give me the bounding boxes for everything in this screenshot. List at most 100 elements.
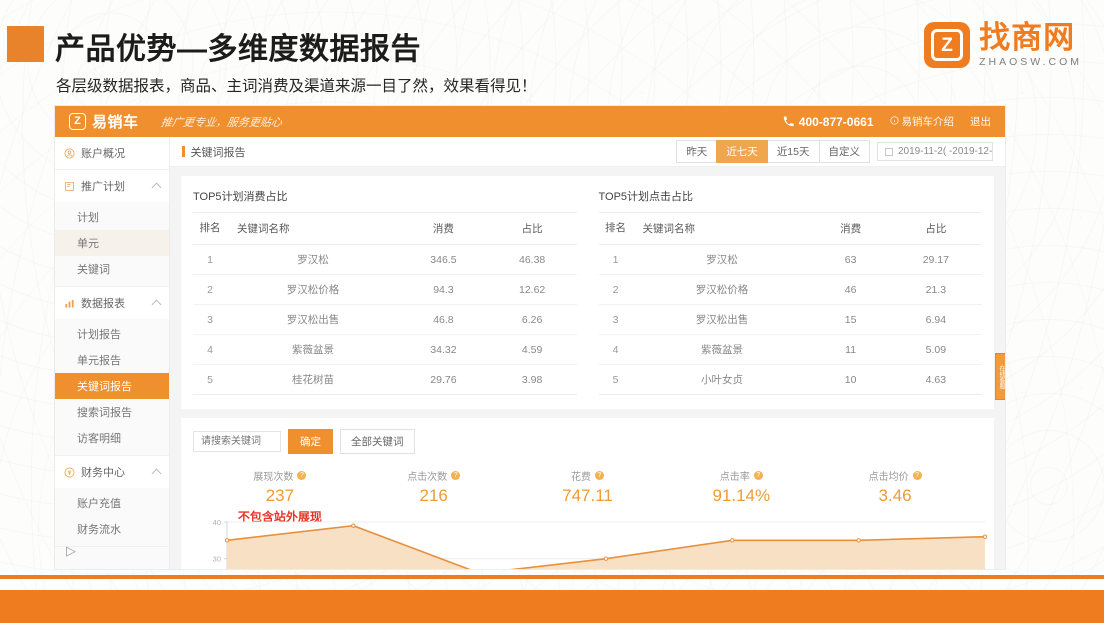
chevron-up-icon[interactable] [152,182,162,192]
chevron-up-icon[interactable] [152,468,162,478]
date-range-input[interactable]: 2019-11-2( -2019-12-0( [877,142,993,161]
top5-click-body: 1 罗汉松 63 29.17 2 罗汉松价格 46 21.3 [599,245,983,395]
cell-share: 4.63 [890,365,982,395]
column-cost: 消费 [399,213,488,245]
cell-keyword: 罗汉松价格 [633,275,812,305]
sidebar-item-plan-report[interactable]: 计划报告 [55,321,169,347]
sidebar-item-unit[interactable]: 单元 [55,230,169,256]
sidebar-item-transactions[interactable]: 财务流水 [55,516,169,542]
sidebar-item-promotion-plan[interactable]: 推广计划 [55,170,169,202]
sidebar-item-finance-center[interactable]: 财务中心 [55,456,169,488]
table-header-row: 排名 关键词名称 消费 占比 [193,213,577,245]
title-accent-marker [7,26,44,62]
app-body: 账户概况 推广计划 计划 [55,137,1005,569]
app-header-right: 400-877-0661 易销车介绍 退出 [783,114,991,129]
help-icon[interactable]: ? [913,471,922,480]
sidebar-group-label: 账户概况 [81,145,125,161]
cell-cost: 63 [812,245,890,275]
top5-panel: TOP5计划消费占比 排名 关键词名称 消费 占比 [181,176,994,409]
cell-rank: 2 [599,275,633,305]
date-range-value: 2019-11-2( -2019-12-0( [898,146,993,157]
table-header-row: 排名 关键词名称 消费 占比 [599,213,983,245]
top5-cost-body: 1 罗汉松 346.5 46.38 2 罗汉松价格 94.3 12.62 [193,245,577,395]
date-segment-last7days[interactable]: 近七天 [716,140,768,163]
support-phone-number: 400-877-0661 [799,115,874,129]
svg-text:30: 30 [213,555,221,564]
search-input[interactable] [193,431,281,452]
online-service-tab[interactable]: 在线客服 [995,353,1005,400]
sidebar-item-search-term-report[interactable]: 搜索词报告 [55,399,169,425]
brand-name-en: ZHAOSW.COM [979,56,1082,68]
cell-cost: 10 [812,365,890,395]
kpi-label: 展现次数 [253,468,293,483]
table-row: 2 罗汉松价格 46 21.3 [599,275,983,305]
sidebar-group-label: 推广计划 [81,178,125,194]
sidebar-item-keyword-report[interactable]: 关键词报告 [55,373,169,399]
confirm-button[interactable]: 确定 [288,429,333,454]
intro-link[interactable]: 易销车介绍 [890,114,955,129]
brand-logo: Z 找商网 ZHAOSW.COM [924,22,1082,68]
kpi-avg-cpc: 点击均价 ? 3.46 [818,468,972,506]
kpi-label: 点击次数 [407,468,447,483]
table-row: 4 紫薇盆景 34.32 4.59 [193,335,577,365]
table-row: 3 罗汉松出售 46.8 6.26 [193,305,577,335]
cell-cost: 11 [812,335,890,365]
app-logo[interactable]: Z 易销车 [69,111,139,132]
chevron-up-icon[interactable] [152,299,162,309]
kpi-label-wrap: 点击次数 ? [357,468,511,483]
all-keywords-button[interactable]: 全部关键词 [340,429,415,454]
column-share: 占比 [890,213,982,245]
date-segment-yesterday[interactable]: 昨天 [676,140,717,163]
support-phone: 400-877-0661 [783,115,874,129]
footer-thin-bar [0,575,1104,579]
top5-cost-table: 排名 关键词名称 消费 占比 1 罗汉松 346.5 [193,212,577,395]
help-icon[interactable]: ? [297,471,306,480]
sidebar-item-keyword[interactable]: 关键词 [55,256,169,282]
kpi-label: 点击率 [720,468,750,483]
sidebar-group-label: 数据报表 [81,295,125,311]
cell-keyword: 紫薇盆景 [227,335,399,365]
cell-share: 5.09 [890,335,982,365]
logout-link[interactable]: 退出 [970,114,991,129]
help-icon[interactable]: ? [451,471,460,480]
app-screenshot: Z 易销车 推广更专业，服务更贴心 400-877-0661 [55,106,1005,569]
sidebar-item-data-reports[interactable]: 数据报表 [55,287,169,319]
sidebar-item-recharge[interactable]: 账户充值 [55,490,169,516]
sidebar-sublist-promotion: 计划 单元 关键词 [55,202,169,286]
cell-share: 46.38 [488,245,577,275]
breadcrumb-marker [182,146,185,157]
cell-rank: 2 [193,275,227,305]
svg-text:40: 40 [213,518,221,527]
column-keyword: 关键词名称 [227,213,399,245]
sidebar-item-visitor-detail[interactable]: 访客明细 [55,425,169,451]
footer-bar [0,590,1104,623]
kpi-label-wrap: 花费 ? [511,468,665,483]
date-segment-last15days[interactable]: 近15天 [767,140,820,163]
cell-keyword: 罗汉松出售 [227,305,399,335]
help-icon[interactable]: ? [754,471,763,480]
column-rank: 排名 [599,213,633,245]
cell-share: 6.94 [890,305,982,335]
table-row: 1 罗汉松 346.5 46.38 [193,245,577,275]
search-row: 确定 全部关键词 [193,429,982,454]
kpi-value: 747.11 [511,486,665,506]
cell-cost: 94.3 [399,275,488,305]
kpi-label: 点击均价 [869,468,909,483]
cell-cost: 46 [812,275,890,305]
sidebar-item-plan[interactable]: 计划 [55,204,169,230]
brand-name-cn: 找商网 [979,22,1082,53]
breadcrumb-label: 关键词报告 [191,144,246,160]
sidebar-group-promotion: 推广计划 计划 单元 关键词 [55,170,169,287]
sidebar-item-account-overview[interactable]: 账户概况 [55,137,169,169]
cell-rank: 5 [193,365,227,395]
cell-keyword: 罗汉松 [633,245,812,275]
chart-bar-icon [64,298,75,309]
app-logo-icon: Z [69,113,86,130]
date-segment-custom[interactable]: 自定义 [819,140,871,163]
sidebar: 账户概况 推广计划 计划 [55,137,170,569]
cell-rank: 1 [193,245,227,275]
sidebar-item-unit-report[interactable]: 单元报告 [55,347,169,373]
help-icon[interactable]: ? [595,471,604,480]
kpi-impressions: 展现次数 ? 237 不包含站外展现 [203,468,357,506]
sidebar-collapse-icon[interactable]: ▷ [66,543,76,559]
